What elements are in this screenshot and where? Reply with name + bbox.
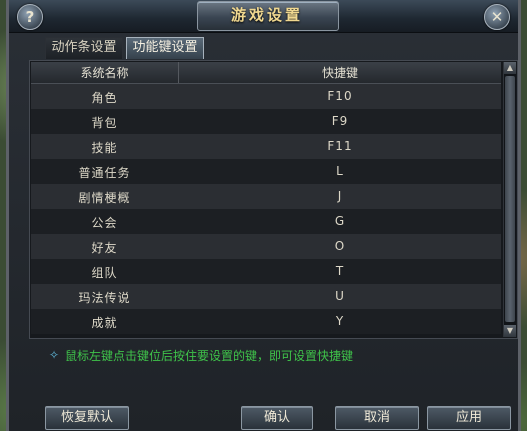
system-name-cell: 玛法传说 xyxy=(78,291,131,305)
diamond-icon: ✧ xyxy=(49,348,60,362)
system-name-cell: 普通任务 xyxy=(78,166,131,180)
hotkey-cell[interactable]: F10 xyxy=(179,89,501,103)
hint-text: 鼠标左键点击键位后按住要设置的键，即可设置快捷键 xyxy=(65,349,354,363)
tab-hotkey-settings[interactable]: 功能键设置 xyxy=(126,37,204,59)
table-row: 角色 F10 xyxy=(31,84,501,109)
hotkey-cell[interactable]: F11 xyxy=(179,139,501,153)
table-row: 玛法传说 U xyxy=(31,284,501,309)
dialog-title: 游戏设置 xyxy=(230,6,303,24)
settings-dialog: ? 游戏设置 ✕ 动作条设置 功能键设置 系统名称 快捷键 角色 F10 背包 … xyxy=(6,0,521,431)
vertical-scrollbar[interactable]: ▲ ▼ xyxy=(503,62,516,337)
cancel-button[interactable]: 取消 xyxy=(335,406,419,430)
system-name-cell: 组队 xyxy=(91,266,118,280)
hotkey-cell[interactable]: F9 xyxy=(179,114,501,128)
scroll-up-arrow-icon[interactable]: ▲ xyxy=(504,62,516,74)
system-name-cell: 技能 xyxy=(91,141,118,155)
table-row: 公会 G xyxy=(31,209,501,234)
system-name-cell: 背包 xyxy=(91,116,118,130)
help-button[interactable]: ? xyxy=(17,4,43,30)
hotkey-cell[interactable]: O xyxy=(179,239,501,253)
system-name-cell: 剧情梗概 xyxy=(78,191,131,205)
restore-defaults-button[interactable]: 恢复默认 xyxy=(45,406,129,430)
system-name-cell: 成就 xyxy=(91,316,118,330)
system-name-cell: 好友 xyxy=(91,241,118,255)
hotkey-rows: 角色 F10 背包 F9 技能 F11 普通任务 L 剧情梗概 J 公会 G 好… xyxy=(31,84,501,334)
tab-action-bar-settings[interactable]: 动作条设置 xyxy=(45,37,123,59)
table-row: 成就 Y xyxy=(31,309,501,334)
table-row: 背包 F9 xyxy=(31,109,501,134)
apply-button[interactable]: 应用 xyxy=(427,406,511,430)
hotkey-cell[interactable]: J xyxy=(179,189,501,203)
column-header-system-name: 系统名称 xyxy=(80,66,129,80)
confirm-button[interactable]: 确认 xyxy=(241,406,313,430)
title-bar[interactable]: ? 游戏设置 ✕ xyxy=(9,0,518,33)
table-row: 剧情梗概 J xyxy=(31,184,501,209)
hotkey-table-panel: 系统名称 快捷键 角色 F10 背包 F9 技能 F11 普通任务 L 剧情梗概 xyxy=(29,60,518,339)
table-row: 组队 T xyxy=(31,259,501,284)
hotkey-cell[interactable]: T xyxy=(179,264,501,278)
column-header-hotkey: 快捷键 xyxy=(321,66,358,80)
system-name-cell: 角色 xyxy=(91,91,118,105)
table-header: 系统名称 快捷键 xyxy=(31,62,501,84)
hotkey-hint: ✧ 鼠标左键点击键位后按住要设置的键，即可设置快捷键 xyxy=(49,346,509,364)
system-name-cell: 公会 xyxy=(91,216,118,230)
close-button[interactable]: ✕ xyxy=(484,4,510,30)
table-row: 好友 O xyxy=(31,234,501,259)
hotkey-cell[interactable]: U xyxy=(179,289,501,303)
hotkey-cell[interactable]: G xyxy=(179,214,501,228)
hotkey-cell[interactable]: L xyxy=(179,164,501,178)
table-row: 技能 F11 xyxy=(31,134,501,159)
scroll-down-arrow-icon[interactable]: ▼ xyxy=(504,325,516,337)
hotkey-cell[interactable]: Y xyxy=(179,314,501,328)
scroll-thumb[interactable] xyxy=(505,76,515,322)
table-row: 普通任务 L xyxy=(31,159,501,184)
